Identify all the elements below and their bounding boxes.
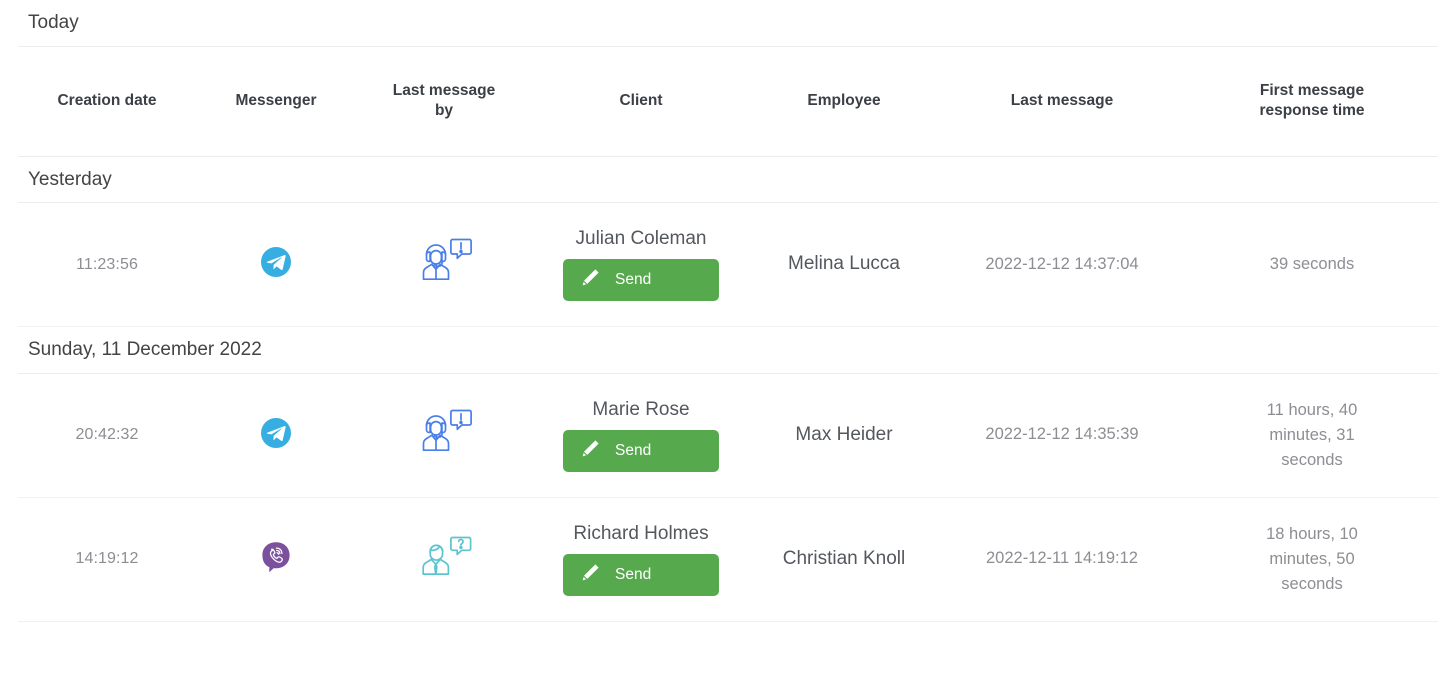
send-button[interactable]: Send (563, 259, 719, 301)
column-header-response-time[interactable]: First message response time (1186, 46, 1438, 157)
cell-messenger (196, 373, 356, 498)
support-agent-icon (415, 234, 473, 295)
cell-client: Marie Rose Send (532, 373, 750, 498)
cell-last-message-by (356, 497, 532, 622)
cell-response-time: 18 hours, 10 minutes, 50 seconds (1186, 497, 1438, 622)
pencil-icon (579, 562, 601, 588)
response-time-text: 18 hours, 10 minutes, 50 seconds (1266, 525, 1358, 593)
column-header-messenger[interactable]: Messenger (196, 46, 356, 157)
cell-employee: Max Heider (750, 373, 938, 498)
table-row[interactable]: 14:19:12 Richard Holmes Send Christian K… (18, 497, 1438, 622)
cell-last-message: 2022-12-12 14:35:39 (938, 373, 1186, 498)
cell-employee: Christian Knoll (750, 497, 938, 622)
send-button[interactable]: Send (563, 430, 719, 472)
cell-creation-date: 11:23:56 (18, 202, 196, 328)
response-time-text: 11 hours, 40 minutes, 31 seconds (1266, 401, 1358, 469)
column-header-client[interactable]: Client (532, 46, 750, 157)
column-header-last-message-by-line2: by (434, 102, 454, 120)
table-header-row: Creation date Messenger Last message by … (18, 46, 1438, 157)
group-header-yesterday: Yesterday (18, 156, 1438, 204)
telegram-icon[interactable] (260, 246, 292, 283)
creation-time-text: 14:19:12 (75, 550, 139, 568)
column-header-last-message-by-line1: Last message (392, 81, 496, 99)
cell-messenger (196, 497, 356, 622)
send-button-label: Send (615, 442, 652, 460)
creation-time-text: 11:23:56 (76, 255, 138, 273)
client-question-icon (415, 529, 473, 590)
last-message-timestamp: 2022-12-12 14:35:39 (985, 425, 1139, 444)
pencil-icon (579, 438, 601, 464)
client-stack: Marie Rose Send (540, 399, 742, 472)
employee-name: Max Heider (795, 423, 893, 445)
employee-name: Melina Lucca (788, 253, 900, 275)
pencil-icon (579, 267, 601, 293)
cell-response-time: 11 hours, 40 minutes, 31 seconds (1186, 373, 1438, 498)
table-row[interactable]: 20:42:32 Marie Rose Send Max Heider 2022… (18, 373, 1438, 498)
client-name: Richard Holmes (573, 523, 709, 545)
column-header-response-time-line1: First message (1259, 81, 1365, 99)
group-header-label: Today (18, 0, 1438, 47)
cell-creation-date: 20:42:32 (18, 373, 196, 498)
support-agent-icon (415, 405, 473, 466)
cell-messenger (196, 202, 356, 328)
client-stack: Julian Coleman Send (540, 228, 742, 301)
response-time-text: 39 seconds (1269, 255, 1355, 274)
cell-last-message-by (356, 202, 532, 328)
column-header-employee[interactable]: Employee (750, 46, 938, 157)
conversations-table: Today Creation date Messenger Last messa… (18, 0, 1438, 622)
cell-response-time: 39 seconds (1186, 202, 1438, 328)
cell-last-message: 2022-12-11 14:19:12 (938, 497, 1186, 622)
send-button-label: Send (615, 566, 652, 584)
column-header-response-time-line2: response time (1259, 102, 1365, 120)
conversations-table-container: Today Creation date Messenger Last messa… (0, 0, 1456, 622)
column-header-last-message-by[interactable]: Last message by (356, 46, 532, 157)
telegram-icon[interactable] (260, 417, 292, 454)
column-header-creation-date[interactable]: Creation date (18, 46, 196, 157)
creation-time-text: 20:42:32 (75, 426, 139, 444)
last-message-timestamp: 2022-12-12 14:37:04 (985, 254, 1139, 273)
group-header-sunday: Sunday, 11 December 2022 (18, 326, 1438, 374)
group-header-label: Sunday, 11 December 2022 (18, 326, 1438, 374)
cell-client: Julian Coleman Send (532, 202, 750, 328)
group-header-label: Yesterday (18, 156, 1438, 204)
client-name: Marie Rose (592, 399, 690, 421)
client-name: Julian Coleman (575, 228, 707, 250)
cell-creation-date: 14:19:12 (18, 497, 196, 622)
cell-client: Richard Holmes Send (532, 497, 750, 622)
column-header-last-message[interactable]: Last message (938, 46, 1186, 157)
viber-icon[interactable] (260, 541, 292, 578)
send-button[interactable]: Send (563, 554, 719, 596)
cell-last-message-by (356, 373, 532, 498)
table-row[interactable]: 11:23:56 Julian Coleman Send Melina Lucc… (18, 202, 1438, 328)
cell-employee: Melina Lucca (750, 202, 938, 328)
send-button-label: Send (615, 271, 652, 289)
cell-last-message: 2022-12-12 14:37:04 (938, 202, 1186, 328)
client-stack: Richard Holmes Send (540, 523, 742, 596)
group-header-today: Today (18, 0, 1438, 47)
last-message-timestamp: 2022-12-11 14:19:12 (986, 549, 1138, 568)
employee-name: Christian Knoll (782, 547, 906, 569)
